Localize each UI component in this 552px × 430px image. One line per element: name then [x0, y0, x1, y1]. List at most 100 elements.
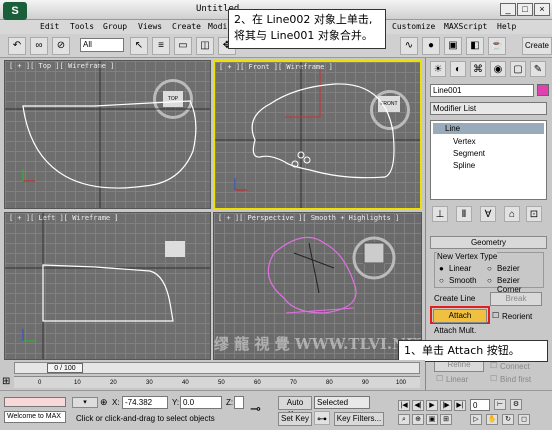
- menu-views[interactable]: Views: [138, 22, 162, 31]
- time-slider[interactable]: 0 / 100: [14, 362, 420, 374]
- material-editor-icon[interactable]: ●: [422, 37, 440, 55]
- go-to-end-icon[interactable]: ▶|: [454, 400, 466, 411]
- menu-edit[interactable]: Edit: [40, 22, 59, 31]
- rect-select-icon[interactable]: ▭: [174, 37, 192, 55]
- create-button[interactable]: Create: [522, 37, 552, 55]
- radio-smooth-label: Smooth: [449, 276, 477, 285]
- maximize-icon[interactable]: □: [517, 3, 533, 16]
- unlink-icon[interactable]: ⊘: [52, 37, 70, 55]
- link-icon[interactable]: ∞: [30, 37, 48, 55]
- key-filter-icon[interactable]: ⊶: [314, 411, 330, 425]
- pan-icon[interactable]: ✋: [486, 414, 498, 425]
- modify-tab-icon[interactable]: ◐: [450, 61, 466, 77]
- zoom-icon[interactable]: ⌕: [398, 414, 410, 425]
- close-icon[interactable]: ×: [534, 3, 550, 16]
- track-bar-icon[interactable]: ⊞: [2, 376, 10, 387]
- show-end-result-icon[interactable]: Ⅱ: [456, 206, 472, 222]
- break-button[interactable]: Break: [490, 292, 542, 306]
- create-tab-icon[interactable]: ☀: [430, 61, 446, 77]
- viewport-left[interactable]: [ + ][ Left ][ Wireframe ]: [4, 212, 211, 360]
- orbit-icon[interactable]: ↻: [502, 414, 514, 425]
- viewport-top[interactable]: [ + ][ Top ][ Wireframe ] TOP: [4, 60, 211, 209]
- select-object-icon[interactable]: ↖: [130, 37, 148, 55]
- bind-first-label: Bind first: [500, 375, 532, 384]
- zoom-all-icon[interactable]: ⊕: [412, 414, 424, 425]
- reorient-checkbox[interactable]: ☐: [492, 311, 499, 320]
- key-filters-button[interactable]: Key Filters...: [334, 412, 384, 426]
- stack-item-vertex[interactable]: Vertex: [453, 137, 476, 146]
- set-key-button[interactable]: Set Key: [278, 412, 312, 426]
- fov-icon[interactable]: ▷: [470, 414, 482, 425]
- viewport-front[interactable]: [ + ][ Front ][ Wireframe ] FRONT: [213, 60, 422, 210]
- radio-bezier-corner[interactable]: ○: [487, 276, 492, 285]
- object-name-field[interactable]: Line001: [430, 84, 534, 97]
- display-tab-icon[interactable]: ▢: [510, 61, 526, 77]
- play-icon[interactable]: ▶: [426, 400, 438, 411]
- tick-10: 10: [74, 380, 81, 386]
- hierarchy-tab-icon[interactable]: ⌘: [470, 61, 486, 77]
- track-bar[interactable]: 0 10 20 30 40 50 60 70 80 90 100: [14, 376, 420, 388]
- menu-modifiers[interactable]: Modi: [208, 22, 227, 31]
- y-coordinate-field[interactable]: 0.0: [180, 396, 222, 409]
- time-slider-thumb[interactable]: 0 / 100: [47, 363, 83, 373]
- window-crossing-icon[interactable]: ◫: [196, 37, 214, 55]
- linear-checkbox[interactable]: ☐: [436, 374, 443, 383]
- utilities-tab-icon[interactable]: ✎: [530, 61, 546, 77]
- selection-lock-icon[interactable]: ▾: [72, 397, 98, 408]
- create-line-button[interactable]: Create Line: [434, 294, 475, 303]
- menu-tools[interactable]: Tools: [70, 22, 94, 31]
- next-frame-icon[interactable]: |▶: [440, 400, 452, 411]
- selection-filter-dropdown[interactable]: All: [80, 38, 124, 52]
- stack-item-line[interactable]: Line: [433, 123, 544, 134]
- key-mode-toggle-icon[interactable]: ⊢: [494, 399, 506, 410]
- connect-checkbox[interactable]: ☐: [490, 361, 497, 370]
- viewport-perspective[interactable]: [ + ][ Perspective ][ Smooth + Highlight…: [213, 212, 422, 360]
- time-config-icon[interactable]: ⚙: [510, 399, 522, 410]
- z-coordinate-field[interactable]: [234, 396, 244, 409]
- stack-item-spline[interactable]: Spline: [453, 161, 475, 170]
- menu-customize[interactable]: Customize: [392, 22, 435, 31]
- remove-modifier-icon[interactable]: ⌂: [504, 206, 520, 222]
- stack-item-segment[interactable]: Segment: [453, 149, 485, 158]
- attach-mult-button[interactable]: Attach Mult.: [434, 326, 476, 335]
- auto-key-button[interactable]: Auto Key: [278, 396, 312, 419]
- menu-help[interactable]: Help: [497, 22, 516, 31]
- zoom-extents-icon[interactable]: ▣: [426, 414, 438, 425]
- radio-linear[interactable]: ●: [439, 264, 444, 273]
- bind-first-checkbox[interactable]: ☐: [490, 374, 497, 383]
- radio-smooth[interactable]: ○: [439, 276, 444, 285]
- render-setup-icon[interactable]: ▣: [444, 37, 462, 55]
- undo-icon[interactable]: ↶: [8, 37, 26, 55]
- make-unique-icon[interactable]: ∀: [480, 206, 496, 222]
- radio-bezier[interactable]: ○: [487, 264, 492, 273]
- key-icon[interactable]: ⊸: [250, 401, 261, 417]
- quick-render-icon[interactable]: ☕: [488, 37, 506, 55]
- go-to-start-icon[interactable]: |◀: [398, 400, 410, 411]
- welcome-field[interactable]: Welcome to MAX: [4, 411, 66, 423]
- minimize-icon[interactable]: _: [500, 3, 516, 16]
- object-color-swatch[interactable]: [537, 84, 549, 96]
- vertex-type-group: New Vertex Type ● Linear ○ Bezier ○ Smoo…: [434, 252, 544, 294]
- menu-group[interactable]: Group: [103, 22, 127, 31]
- zoom-extents-all-icon[interactable]: ⊞: [440, 414, 452, 425]
- absolute-mode-icon[interactable]: ⊕: [100, 397, 108, 408]
- configure-sets-icon[interactable]: ⊡: [526, 206, 542, 222]
- current-frame-field[interactable]: 0: [470, 399, 490, 411]
- select-by-name-icon[interactable]: ≡: [152, 37, 170, 55]
- previous-frame-icon[interactable]: ◀|: [412, 400, 424, 411]
- app-logo-icon[interactable]: S: [3, 2, 27, 20]
- menu-maxscript[interactable]: MAXScript: [444, 22, 487, 31]
- tick-80: 80: [326, 380, 333, 386]
- x-coordinate-field[interactable]: -74.382: [122, 396, 168, 409]
- render-frame-icon[interactable]: ◧: [466, 37, 484, 55]
- modifier-list-dropdown[interactable]: Modifier List: [430, 102, 547, 115]
- pin-stack-icon[interactable]: ⊥: [432, 206, 448, 222]
- maxscript-listener[interactable]: [4, 397, 66, 407]
- menu-create[interactable]: Create: [172, 22, 201, 31]
- maximize-viewport-icon[interactable]: ◻: [518, 414, 530, 425]
- key-mode-dropdown[interactable]: Selected: [314, 396, 370, 409]
- curve-editor-icon[interactable]: ∿: [400, 37, 418, 55]
- geometry-rollout-header[interactable]: Geometry: [430, 236, 547, 249]
- motion-tab-icon[interactable]: ◉: [490, 61, 506, 77]
- attach-button[interactable]: Attach: [433, 309, 487, 323]
